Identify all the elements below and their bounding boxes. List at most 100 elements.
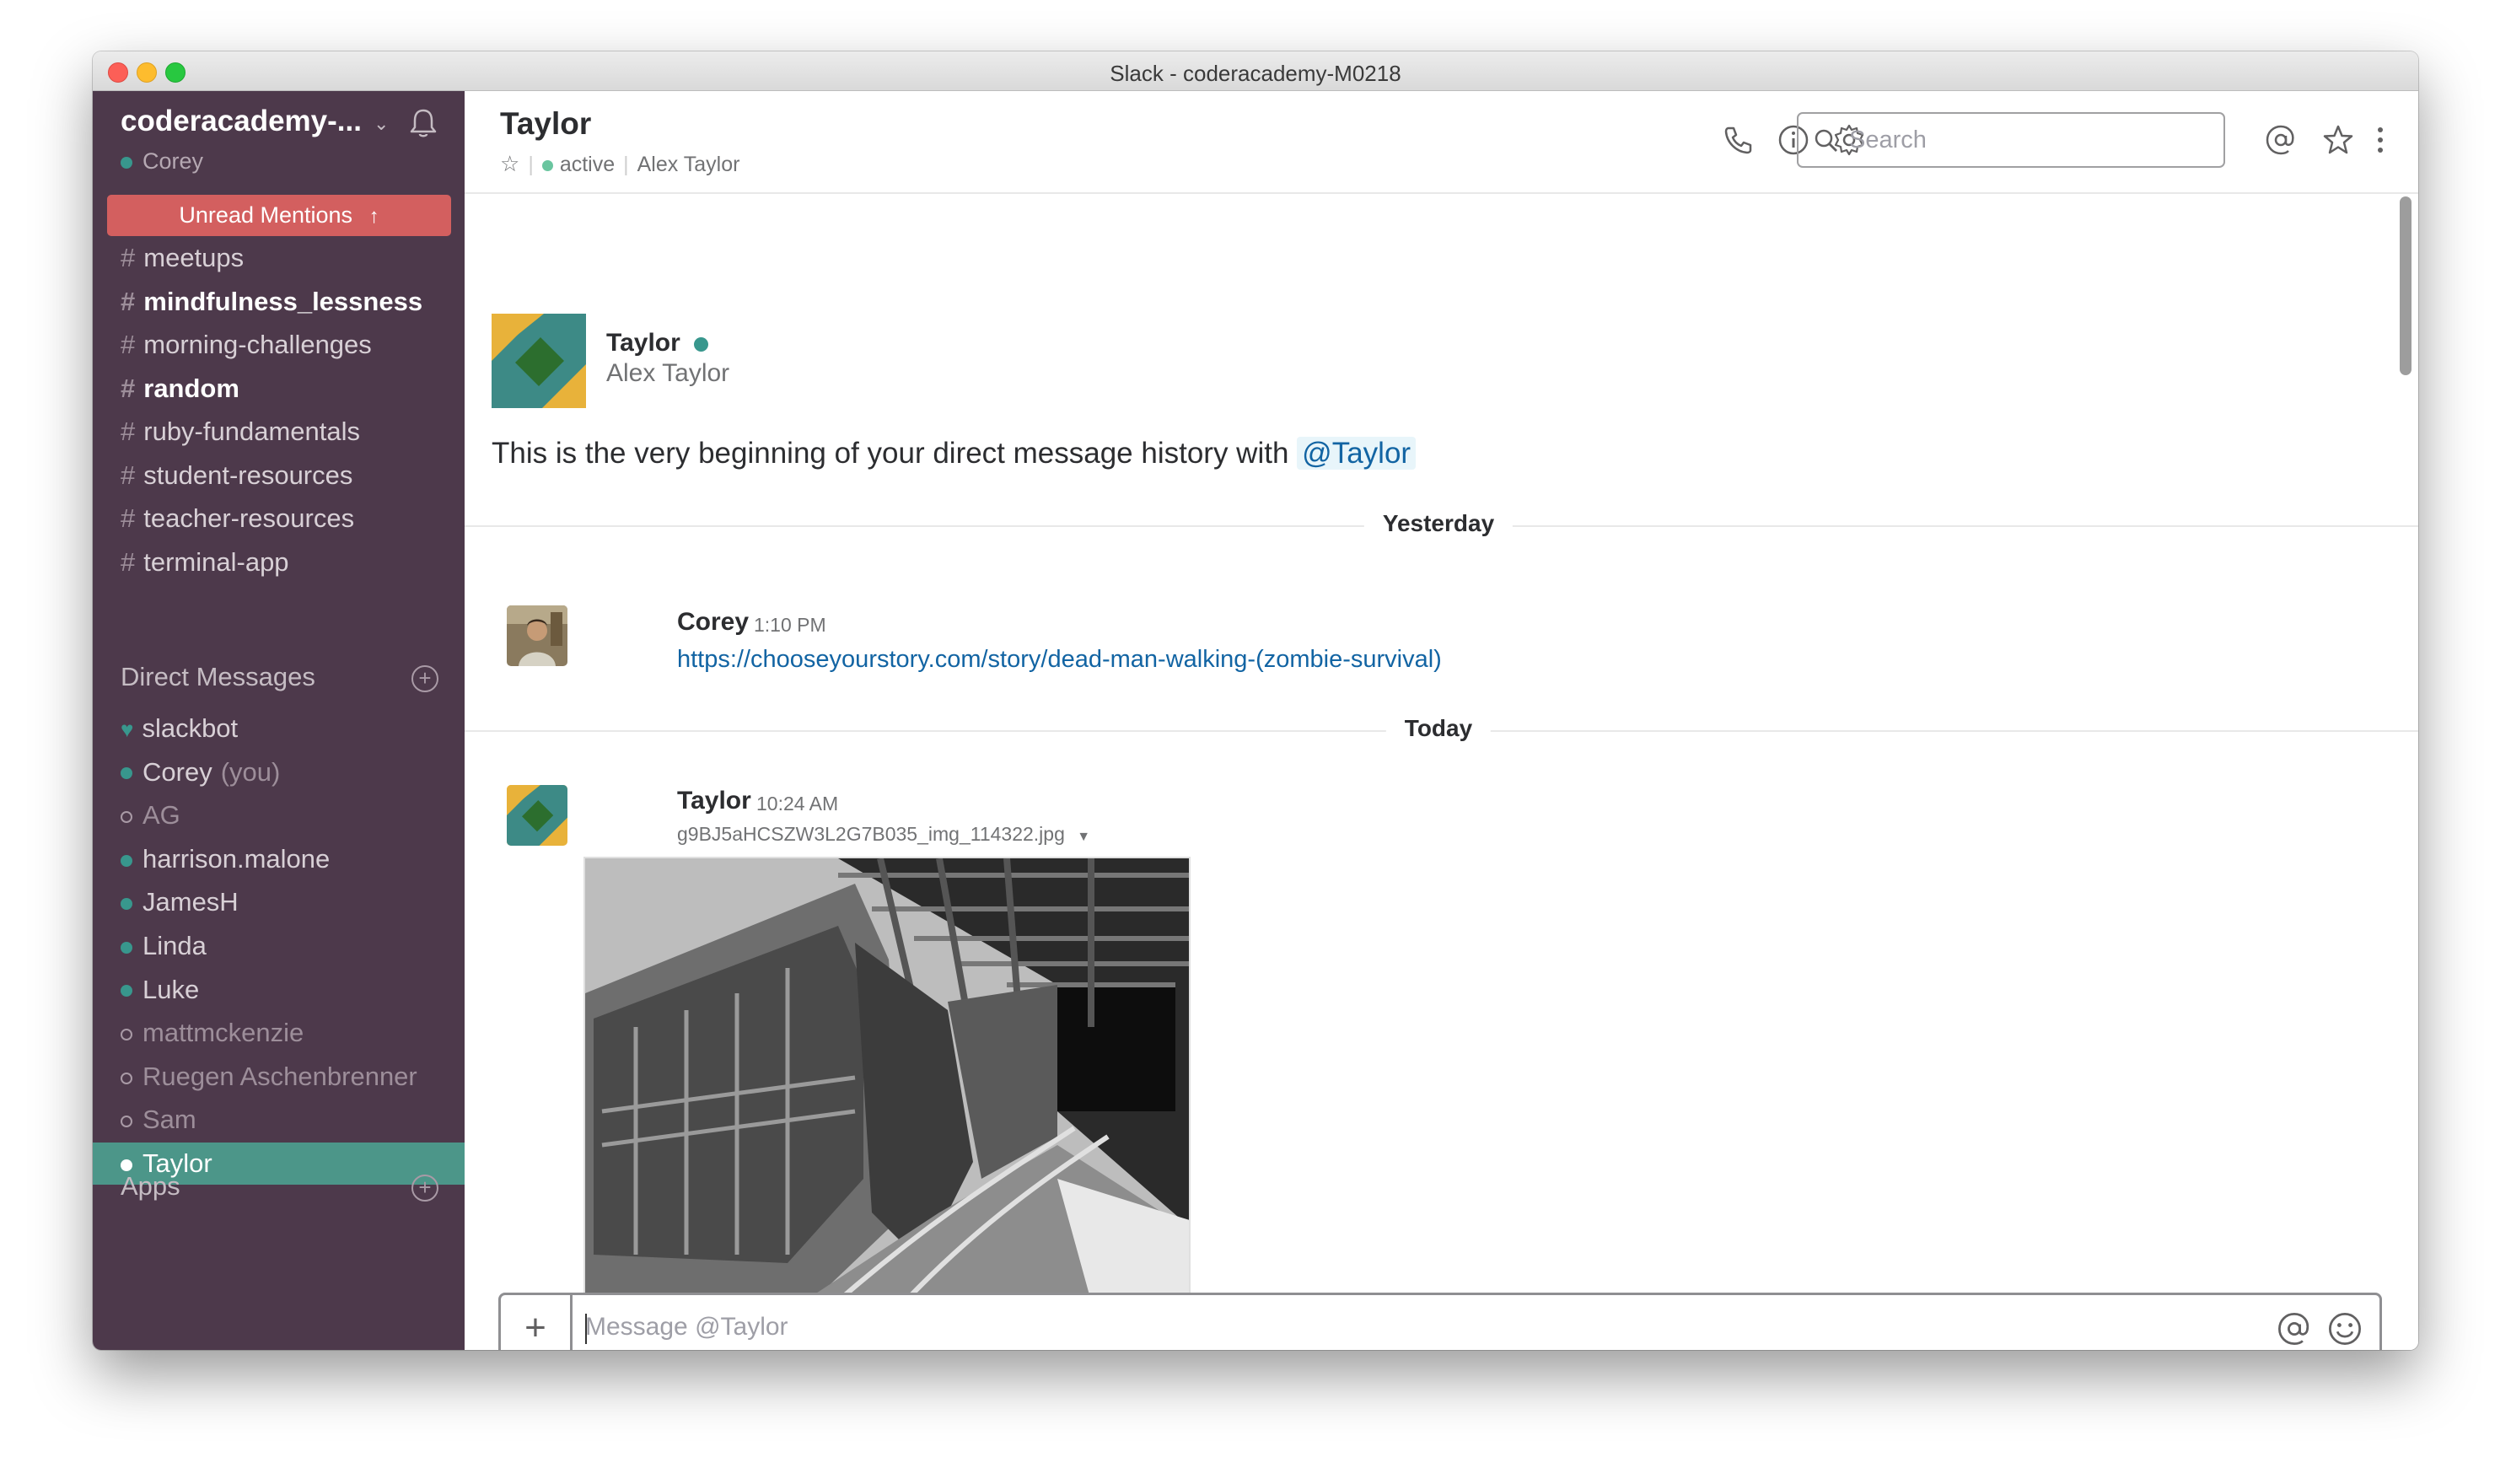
presence-active-icon: [541, 159, 553, 171]
message-sender[interactable]: Taylor: [677, 787, 751, 815]
direct-message-item[interactable]: JamesH: [93, 881, 465, 923]
intro-username[interactable]: Taylor: [606, 329, 709, 358]
hash-icon: #: [121, 243, 136, 272]
direct-message-item[interactable]: Linda: [93, 925, 465, 967]
subway-wreck-photo: [585, 858, 1189, 1299]
search-input[interactable]: Search: [1797, 112, 2225, 168]
channel-item[interactable]: # mindfulness_lessness: [93, 281, 465, 323]
presence-away-icon: [121, 811, 132, 823]
add-app-icon[interactable]: +: [411, 1175, 438, 1202]
channel-item[interactable]: # ruby-fundamentals: [93, 411, 465, 453]
star-outline-icon[interactable]: [2321, 123, 2355, 157]
attach-plus-button[interactable]: +: [501, 1295, 573, 1350]
file-name: g9BJ5aHCSZW3L2G7B035_img_114322.jpg: [677, 823, 1065, 845]
message-timestamp[interactable]: 1:10 PM: [754, 614, 826, 637]
hash-icon: #: [121, 460, 136, 490]
message-composer[interactable]: + Message @Taylor: [498, 1293, 2382, 1350]
header-full-name: Alex Taylor: [637, 153, 740, 176]
main-panel: Taylor ☆ | active | Alex Taylor Search T…: [465, 91, 2418, 1350]
unread-mentions-label: Unread Mentions: [179, 202, 353, 228]
channel-name: morning-challenges: [143, 330, 372, 359]
direct-message-item[interactable]: ♥ slackbot: [93, 707, 465, 750]
user-mention-link[interactable]: @Taylor: [1297, 437, 1417, 470]
channel-name: mindfulness_lessness: [143, 286, 423, 316]
hash-icon: #: [121, 417, 136, 446]
mentions-icon[interactable]: [2264, 123, 2298, 157]
you-suffix: (you): [220, 756, 281, 787]
direct-message-item[interactable]: Sam: [93, 1099, 465, 1141]
hash-icon: #: [121, 546, 136, 577]
apps-header[interactable]: Apps: [121, 1171, 180, 1202]
chevron-down-icon[interactable]: ⌄: [374, 113, 389, 135]
direct-message-name: Corey: [142, 756, 212, 787]
image-attachment[interactable]: [583, 857, 1191, 1299]
message-input[interactable]: Message @Taylor: [585, 1313, 788, 1342]
star-icon[interactable]: ☆: [500, 151, 519, 176]
mention-icon[interactable]: [2276, 1310, 2313, 1347]
channel-item[interactable]: # morning-challenges: [93, 324, 465, 366]
direct-message-item[interactable]: Ruegen Aschenbrenner: [93, 1056, 465, 1098]
sidebar: coderacademy-... ⌄ Corey Unread Mentions…: [93, 91, 465, 1350]
caret-down-icon[interactable]: ▼: [1077, 830, 1090, 844]
channel-name: teacher-resources: [143, 503, 355, 533]
presence-away-icon: [121, 1116, 132, 1128]
bell-icon[interactable]: [406, 106, 440, 140]
presence-away-icon: [121, 1072, 132, 1084]
direct-message-item[interactable]: harrison.malone: [93, 838, 465, 880]
presence-online-icon: [121, 854, 132, 867]
phone-icon[interactable]: [1721, 123, 1755, 157]
channel-name: student-resources: [143, 460, 353, 490]
presence-online-icon: [121, 767, 132, 780]
hash-icon: #: [121, 330, 136, 359]
direct-message-item[interactable]: AG: [93, 794, 465, 836]
channel-item[interactable]: # random: [93, 368, 465, 410]
user-avatar[interactable]: [492, 314, 586, 408]
channel-title[interactable]: Taylor: [500, 106, 591, 142]
direct-message-name: slackbot: [142, 713, 239, 743]
presence-online-icon: [121, 1159, 132, 1171]
more-options-icon[interactable]: [2372, 123, 2389, 157]
direct-messages-header[interactable]: Direct Messages: [121, 662, 315, 692]
message-sender[interactable]: Corey: [677, 608, 749, 637]
date-divider-label: Yesterday: [1363, 510, 1514, 537]
title-bar: Slack - coderacademy-M0218: [93, 51, 2418, 91]
direct-message-name: Ruegen Aschenbrenner: [142, 1061, 417, 1091]
current-user-status[interactable]: Corey: [121, 148, 203, 175]
current-user-name: Corey: [142, 148, 204, 174]
channel-item[interactable]: # terminal-app: [93, 541, 465, 583]
channel-item[interactable]: # meetups: [93, 237, 465, 279]
presence-away-icon: [121, 1029, 132, 1040]
direct-message-item[interactable]: mattmckenzie: [93, 1012, 465, 1054]
corey-avatar[interactable]: [507, 605, 567, 666]
arrow-up-icon: ↑: [368, 205, 379, 228]
add-direct-message-icon[interactable]: +: [411, 665, 438, 692]
direct-message-name: mattmckenzie: [142, 1018, 304, 1048]
direct-message-name: JamesH: [142, 887, 239, 917]
channel-name: terminal-app: [143, 546, 289, 577]
channel-name: random: [143, 373, 239, 403]
unread-mentions-button[interactable]: Unread Mentions ↑: [107, 195, 451, 236]
direct-message-name: harrison.malone: [142, 843, 331, 874]
team-name[interactable]: coderacademy-...: [121, 105, 362, 138]
intro-sentence: This is the very beginning of your direc…: [492, 437, 1289, 470]
channel-name: ruby-fundamentals: [143, 417, 360, 446]
scrollbar[interactable]: [2400, 196, 2412, 375]
heart-icon: ♥: [121, 717, 134, 742]
message-link[interactable]: https://chooseyourstory.com/story/dead-m…: [677, 646, 1442, 674]
taylor-avatar[interactable]: [507, 785, 567, 846]
slack-window: Slack - coderacademy-M0218 coderacademy-…: [93, 51, 2418, 1350]
intro-full-name: Alex Taylor: [606, 359, 730, 387]
message-timestamp[interactable]: 10:24 AM: [756, 793, 838, 815]
emoji-icon[interactable]: [2326, 1310, 2363, 1347]
presence-online-icon: [694, 336, 709, 352]
direct-message-name: Sam: [142, 1105, 196, 1135]
intro-text: This is the very beginning of your direc…: [492, 437, 1417, 470]
presence-status: active: [559, 153, 616, 176]
direct-message-name: Linda: [142, 931, 207, 960]
channel-item[interactable]: # student-resources: [93, 454, 465, 497]
direct-message-item[interactable]: Corey (you): [93, 751, 465, 793]
direct-message-item[interactable]: Luke: [93, 969, 465, 1011]
channel-item[interactable]: # teacher-resources: [93, 497, 465, 540]
file-attachment-name[interactable]: g9BJ5aHCSZW3L2G7B035_img_114322.jpg ▼: [677, 823, 1090, 846]
hash-icon: #: [121, 373, 136, 403]
